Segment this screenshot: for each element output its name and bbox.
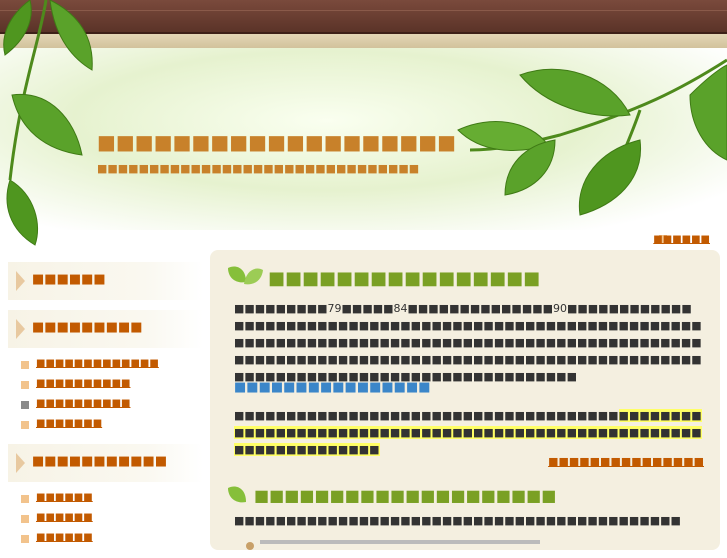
sidebar-item-link[interactable]: ■■■■■■■■■■ — [36, 398, 130, 409]
bullet-dot-icon — [246, 542, 254, 550]
sidebar-heading-label: ■■■■■■■■■■■ — [32, 454, 168, 469]
sidebar-item[interactable]: ■■■■■■■■■■ — [8, 378, 203, 398]
chevron-right-icon — [16, 453, 25, 473]
chevron-right-icon — [16, 271, 25, 291]
sidebar-item[interactable]: ■■■■■■■ — [8, 418, 203, 438]
chevron-right-icon — [16, 319, 25, 339]
sidebar-item-link[interactable]: ■■■■■■ — [36, 512, 93, 523]
site-title[interactable]: ■■■■■■■■■■■■■■■■■■■ — [97, 130, 456, 154]
leaf-decoration-icon — [3, 0, 727, 246]
bullet-square-icon — [21, 535, 29, 543]
leaf-icon — [228, 486, 246, 503]
bullet-square-icon — [21, 401, 29, 409]
sidebar-item-link[interactable]: ■■■■■■ — [36, 492, 93, 503]
leaf-icon — [228, 266, 263, 285]
site-subtitle: ■■■■■■■■■■■■■■■■■■■■■■■■■■■■■■■ — [97, 162, 420, 175]
article-paragraph-2: ■■■■■■■■■■■■■■■■■■■■■■■■■■■■■■■■■■■■■■■■… — [234, 407, 702, 458]
sidebar-item[interactable]: ■■■■■■■■■■■■■ — [8, 358, 203, 378]
sidebar-item-link[interactable]: ■■■■■■■■■■ — [36, 378, 130, 389]
sidebar-heading-2[interactable]: ■■■■■■■■■ — [8, 310, 203, 348]
top-nav-link[interactable]: ■■■■■■ — [653, 234, 710, 245]
list-item-cutoff — [260, 540, 540, 544]
sidebar-heading-1[interactable]: ■■■■■■ — [8, 262, 203, 300]
sidebar-heading-label: ■■■■■■ — [32, 272, 106, 287]
sidebar-heading-3[interactable]: ■■■■■■■■■■■ — [8, 444, 203, 482]
sidebar-item-link[interactable]: ■■■■■■■■■■■■■ — [36, 358, 159, 369]
bullet-square-icon — [21, 381, 29, 389]
sidebar: ■■■■■■ ■■■■■■■■■ ■■■■■■■■■■■■■ ■■■■■■■■■… — [8, 262, 203, 558]
sidebar-item-link[interactable]: ■■■■■■■ — [36, 418, 102, 429]
main-content: ■■■■■■■■■■■■■■■■ ■■■■■■■■■79■■■■■84■■■■■… — [210, 250, 720, 550]
article-paragraph-3: ■■■■■■■■■■■■■■■■■■■■■■■■■■■■■■■■■■■■■■■■… — [234, 514, 681, 527]
sidebar-item[interactable]: ■■■■■■ — [8, 492, 203, 512]
article-title-2[interactable]: ■■■■■■■■■■■■■■■■■■■■ — [254, 486, 556, 505]
sidebar-list-2: ■■■■■■■■■■■■■ ■■■■■■■■■■ ■■■■■■■■■■ ■■■■… — [8, 358, 203, 444]
bullet-square-icon — [21, 421, 29, 429]
read-more-link[interactable]: ■■■■■■■■■■■■■■■ — [548, 455, 704, 468]
article-paragraph: ■■■■■■■■■79■■■■■84■■■■■■■■■■■■■■90■■■■■■… — [234, 302, 702, 383]
article-title[interactable]: ■■■■■■■■■■■■■■■■ — [268, 268, 540, 289]
sidebar-heading-label: ■■■■■■■■■ — [32, 320, 143, 335]
sidebar-list-3: ■■■■■■ ■■■■■■ ■■■■■■ — [8, 492, 203, 558]
article-text: ■■■■■■■■■■■■■■■■■■■■■■■■■■■■■■■■■■■■■ — [234, 409, 619, 422]
sidebar-item[interactable]: ■■■■■■■■■■ — [8, 398, 203, 418]
sidebar-item[interactable]: ■■■■■■ — [8, 512, 203, 532]
article-subheading: ■■■■■■■■■■■■■■■■ — [234, 380, 431, 395]
bullet-square-icon — [21, 495, 29, 503]
bullet-square-icon — [21, 515, 29, 523]
sidebar-item[interactable]: ■■■■■■ — [8, 532, 203, 552]
bullet-square-icon — [21, 361, 29, 369]
sidebar-item-link[interactable]: ■■■■■■ — [36, 532, 93, 543]
